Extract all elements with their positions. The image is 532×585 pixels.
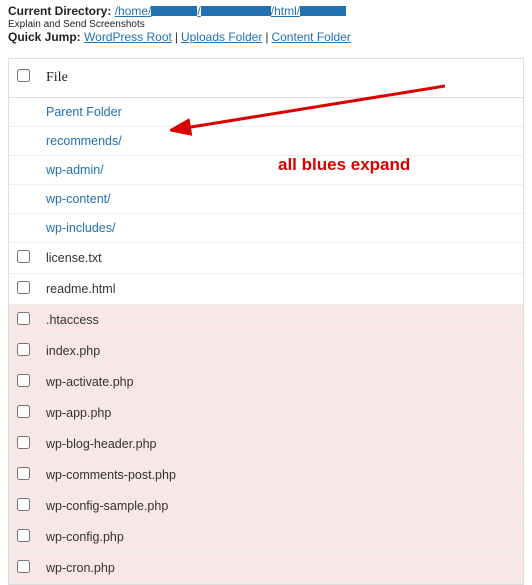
folder-link[interactable]: wp-admin/ [46, 163, 104, 177]
redacted-segment [300, 6, 346, 16]
select-all-header [9, 59, 38, 98]
row-checkbox[interactable] [17, 529, 30, 542]
path-home-link[interactable]: /home/ [115, 4, 152, 18]
row-checkbox[interactable] [17, 467, 30, 480]
file-name[interactable]: wp-activate.php [46, 375, 134, 389]
file-name[interactable]: .htaccess [46, 313, 99, 327]
table-row: wp-app.php [9, 398, 523, 429]
quick-link-content-folder[interactable]: Content Folder [271, 30, 350, 44]
current-directory-line: Current Directory: /home///html/ [8, 4, 524, 18]
row-checkbox[interactable] [17, 436, 30, 449]
row-checkbox[interactable] [17, 560, 30, 573]
quick-link-uploads-folder[interactable]: Uploads Folder [181, 30, 262, 44]
row-checkbox-cell [9, 522, 38, 553]
row-checkbox-cell [9, 274, 38, 305]
table-row: index.php [9, 336, 523, 367]
row-checkbox-cell [9, 127, 38, 156]
row-checkbox[interactable] [17, 343, 30, 356]
folder-link[interactable]: wp-content/ [46, 192, 111, 206]
row-checkbox-cell [9, 429, 38, 460]
row-checkbox-cell [9, 185, 38, 214]
file-name-cell: wp-app.php [38, 398, 523, 429]
file-name[interactable]: wp-comments-post.php [46, 468, 176, 482]
row-checkbox-cell [9, 305, 38, 336]
quick-jump-line: Quick Jump: WordPress Root|Uploads Folde… [8, 30, 524, 44]
quick-link-wordpress-root[interactable]: WordPress Root [84, 30, 172, 44]
file-name[interactable]: wp-blog-header.php [46, 437, 157, 451]
file-name[interactable]: wp-cron.php [46, 561, 115, 575]
table-row: wp-config.php [9, 522, 523, 553]
file-name[interactable]: readme.html [46, 282, 115, 296]
table-row: license.txt [9, 243, 523, 274]
redacted-segment [201, 6, 271, 16]
row-checkbox-cell [9, 336, 38, 367]
file-name-cell: wp-activate.php [38, 367, 523, 398]
row-checkbox[interactable] [17, 281, 30, 294]
table-row: readme.html [9, 274, 523, 305]
row-checkbox-cell [9, 398, 38, 429]
file-name-cell: wp-cron.php [38, 553, 523, 584]
quick-jump-label: Quick Jump: [8, 30, 81, 44]
table-row: .htaccess [9, 305, 523, 336]
folder-link[interactable]: Parent Folder [46, 105, 122, 119]
row-checkbox-cell [9, 156, 38, 185]
row-checkbox-cell [9, 98, 38, 127]
row-checkbox[interactable] [17, 312, 30, 325]
file-name-cell: wp-config.php [38, 522, 523, 553]
table-row: wp-comments-post.php [9, 460, 523, 491]
file-name[interactable]: wp-app.php [46, 406, 111, 420]
table-row: wp-blog-header.php [9, 429, 523, 460]
file-name-cell: readme.html [38, 274, 523, 305]
table-row: wp-includes/ [9, 214, 523, 243]
file-name-cell: .htaccess [38, 305, 523, 336]
file-name-cell: wp-content/ [38, 185, 523, 214]
current-directory-label: Current Directory: [8, 4, 111, 18]
folder-link[interactable]: wp-includes/ [46, 221, 115, 235]
row-checkbox-cell [9, 553, 38, 584]
file-name[interactable]: license.txt [46, 251, 102, 265]
row-checkbox-cell [9, 491, 38, 522]
select-all-checkbox[interactable] [17, 69, 30, 82]
table-row: wp-admin/ [9, 156, 523, 185]
file-name-cell: wp-config-sample.php [38, 491, 523, 522]
table-row: wp-content/ [9, 185, 523, 214]
table-row: wp-activate.php [9, 367, 523, 398]
folder-link[interactable]: recommends/ [46, 134, 122, 148]
row-checkbox-cell [9, 243, 38, 274]
path-html-link[interactable]: /html/ [271, 4, 300, 18]
annotation-text: all blues expand [278, 155, 410, 175]
file-name-cell: license.txt [38, 243, 523, 274]
row-checkbox-cell [9, 367, 38, 398]
table-row: wp-config-sample.php [9, 491, 523, 522]
row-checkbox-cell [9, 214, 38, 243]
file-name-cell: wp-blog-header.php [38, 429, 523, 460]
table-row: wp-cron.php [9, 553, 523, 584]
row-checkbox[interactable] [17, 405, 30, 418]
file-name-cell: wp-comments-post.php [38, 460, 523, 491]
file-name[interactable]: wp-config.php [46, 530, 124, 544]
row-checkbox-cell [9, 460, 38, 491]
file-name-cell: index.php [38, 336, 523, 367]
file-name[interactable]: wp-config-sample.php [46, 499, 168, 513]
row-checkbox[interactable] [17, 498, 30, 511]
row-checkbox[interactable] [17, 374, 30, 387]
redacted-segment [151, 6, 197, 16]
file-name-cell: wp-includes/ [38, 214, 523, 243]
explain-screenshots-link[interactable]: Explain and Send Screenshots [8, 19, 524, 30]
row-checkbox[interactable] [17, 250, 30, 263]
annotation-arrow [170, 78, 460, 138]
file-name[interactable]: index.php [46, 344, 100, 358]
